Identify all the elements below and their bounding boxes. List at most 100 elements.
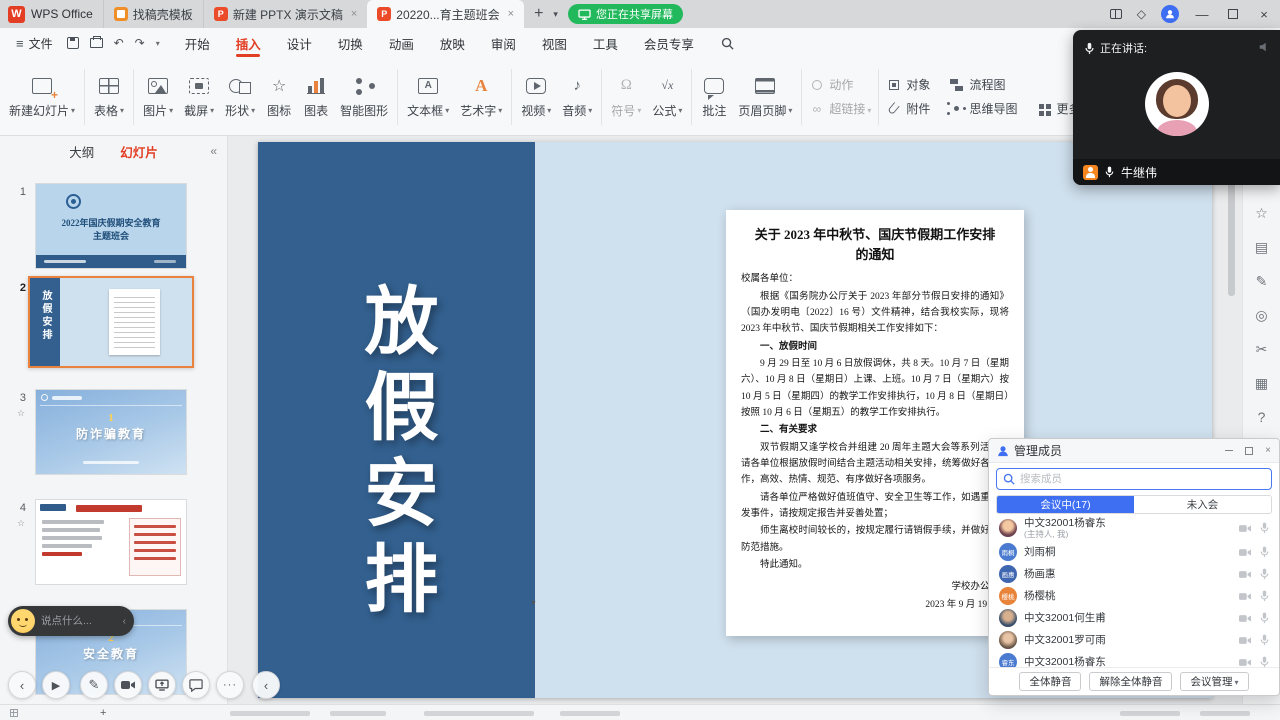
slide-thumbnail-3[interactable]: 1 防诈骗教育 bbox=[36, 390, 186, 474]
tab-animation[interactable]: 动画 bbox=[376, 28, 427, 58]
account-avatar[interactable] bbox=[1161, 5, 1179, 23]
mic-icon[interactable] bbox=[1260, 522, 1269, 534]
skin-icon[interactable]: ◇ bbox=[1137, 7, 1146, 21]
member-row[interactable]: 樱桃 杨樱桃 bbox=[989, 585, 1279, 607]
prev-slide-button[interactable]: ‹ bbox=[8, 671, 36, 699]
camera-icon[interactable] bbox=[1239, 636, 1251, 645]
members-list[interactable]: 中文32001杨睿东 (主持人, 我) 雨桐 刘雨桐 画惠 杨画惠 bbox=[989, 515, 1279, 667]
member-row[interactable]: 中文32001何生甫 bbox=[989, 607, 1279, 629]
share-screen-button[interactable] bbox=[148, 671, 176, 699]
screenshot-button[interactable]: 截屏 bbox=[179, 65, 219, 129]
collapse-panel-icon[interactable]: « bbox=[210, 144, 217, 158]
mic-icon[interactable] bbox=[1260, 568, 1269, 580]
view-grid-icon[interactable] bbox=[10, 709, 18, 717]
icon-library-button[interactable]: ☆ 图标 bbox=[261, 65, 297, 129]
video-button[interactable]: 视频 bbox=[516, 65, 556, 129]
tab-view[interactable]: 视图 bbox=[529, 28, 580, 58]
mic-icon[interactable] bbox=[1260, 546, 1269, 558]
favorites-icon[interactable]: ☆ bbox=[1255, 205, 1268, 222]
textbox-button[interactable]: 文本框 bbox=[402, 65, 454, 129]
collapse-toolbar-button[interactable]: ‹ bbox=[252, 671, 280, 699]
camera-icon[interactable] bbox=[1239, 524, 1251, 533]
camera-icon[interactable] bbox=[1239, 614, 1251, 623]
tab-current-doc[interactable]: P 20220...育主题班会 × bbox=[367, 0, 524, 28]
attachment-button[interactable]: 附件 bbox=[883, 100, 933, 117]
tab-template-store[interactable]: 找稿壳模板 bbox=[103, 0, 203, 28]
unmute-all-button[interactable]: 解除全体静音 bbox=[1089, 672, 1172, 691]
collapse-chat-icon[interactable]: ‹ bbox=[123, 616, 126, 627]
slide-thumbnail-2-selected[interactable]: 放假安排 bbox=[28, 276, 194, 368]
shape-button[interactable]: 形状 bbox=[220, 65, 260, 129]
maximize-button[interactable] bbox=[1225, 7, 1241, 22]
mic-icon[interactable] bbox=[1260, 590, 1269, 602]
meeting-manage-button[interactable]: 会议管理 bbox=[1180, 672, 1248, 691]
split-view-icon[interactable] bbox=[1110, 9, 1122, 19]
tab-review[interactable]: 审阅 bbox=[478, 28, 529, 58]
panel-minimize-icon[interactable] bbox=[1225, 450, 1233, 452]
member-row[interactable]: 中文32001罗可雨 bbox=[989, 629, 1279, 651]
header-footer-button[interactable]: 页眉页脚 bbox=[733, 65, 797, 129]
redo-icon[interactable]: ↷ bbox=[135, 36, 145, 50]
flowchart-button[interactable]: 流程图 bbox=[946, 76, 1008, 93]
zoom-control-skeleton[interactable] bbox=[1200, 711, 1250, 716]
file-menu[interactable]: ≡ 文件 bbox=[8, 35, 61, 52]
play-button[interactable]: ▶ bbox=[42, 671, 70, 699]
layout-icon[interactable]: ▤ bbox=[1255, 239, 1268, 256]
member-row[interactable]: 雨桐 刘雨桐 bbox=[989, 541, 1279, 563]
camera-icon[interactable] bbox=[1239, 658, 1251, 667]
mute-all-button[interactable]: 全体静音 bbox=[1019, 672, 1081, 691]
mic-icon[interactable] bbox=[1260, 612, 1269, 624]
tab-new-pptx[interactable]: P 新建 PPTX 演示文稿 × bbox=[203, 0, 367, 28]
slide-thumbnail-4[interactable] bbox=[36, 500, 186, 584]
panel-maximize-icon[interactable] bbox=[1245, 447, 1253, 455]
tab-slides[interactable]: 幻灯片 bbox=[120, 142, 158, 161]
print-icon[interactable] bbox=[90, 38, 103, 48]
tab-transition[interactable]: 切换 bbox=[325, 28, 376, 58]
comment-bubble-button[interactable] bbox=[182, 671, 210, 699]
tab-design[interactable]: 设计 bbox=[274, 28, 325, 58]
new-slide-quick-button[interactable]: + bbox=[100, 705, 106, 720]
tab-home[interactable]: 开始 bbox=[172, 28, 223, 58]
minimize-button[interactable]: — bbox=[1194, 7, 1210, 22]
camera-icon[interactable] bbox=[1239, 592, 1251, 601]
tab-member[interactable]: 会员专享 bbox=[631, 28, 707, 58]
slide-thumbnail-1[interactable]: 2022年国庆假期安全教育 主题班会 bbox=[36, 184, 186, 268]
close-button[interactable]: × bbox=[1256, 7, 1272, 22]
ribbon-search-icon[interactable] bbox=[721, 37, 734, 50]
video-call-panel[interactable]: 正在讲话: 牛继伟 bbox=[1073, 30, 1280, 185]
volume-icon[interactable] bbox=[1258, 40, 1270, 58]
grid-icon[interactable]: ▦ bbox=[1255, 375, 1268, 392]
new-tab-button[interactable]: + bbox=[534, 5, 543, 23]
object-button[interactable]: 对象 bbox=[883, 76, 933, 93]
member-row[interactable]: 睿东 中文32001杨睿东 bbox=[989, 651, 1279, 667]
pen-tool-button[interactable]: ✎ bbox=[80, 671, 108, 699]
quickbar-dropdown-icon[interactable]: ▾ bbox=[156, 39, 160, 48]
edit-pen-icon[interactable]: ✎ bbox=[1256, 273, 1268, 290]
tab-slideshow[interactable]: 放映 bbox=[427, 28, 478, 58]
tab-insert[interactable]: 插入 bbox=[223, 28, 274, 58]
mindmap-button[interactable]: 思维导图 bbox=[946, 100, 1020, 117]
formula-button[interactable]: √x 公式 bbox=[647, 65, 687, 129]
close-tab-icon[interactable]: × bbox=[508, 8, 514, 20]
mic-icon[interactable] bbox=[1260, 656, 1269, 667]
table-button[interactable]: 表格 bbox=[89, 65, 129, 129]
member-row[interactable]: 中文32001杨睿东 (主持人, 我) bbox=[989, 515, 1279, 541]
member-row[interactable]: 画惠 杨画惠 bbox=[989, 563, 1279, 585]
tab-list-dropdown-icon[interactable]: ▾ bbox=[553, 9, 558, 20]
wps-home-button[interactable]: W WPS Office bbox=[8, 6, 103, 23]
tab-outline[interactable]: 大纲 bbox=[69, 142, 94, 161]
chat-input[interactable] bbox=[41, 615, 117, 627]
comment-button[interactable]: 批注 bbox=[696, 65, 732, 129]
crop-icon[interactable]: ✂ bbox=[1256, 341, 1268, 358]
audio-button[interactable]: ♪ 音频 bbox=[557, 65, 597, 129]
picture-button[interactable]: 图片 bbox=[138, 65, 178, 129]
wordart-button[interactable]: A 艺术字 bbox=[455, 65, 507, 129]
member-search-box[interactable] bbox=[996, 468, 1272, 490]
screen-share-badge[interactable]: 您正在共享屏幕 bbox=[568, 4, 683, 24]
smartart-button[interactable]: 智能图形 bbox=[335, 65, 393, 129]
member-search-input[interactable] bbox=[1020, 473, 1265, 485]
more-options-button[interactable]: ··· bbox=[216, 671, 244, 699]
collapse-marker-icon[interactable]: ▼ bbox=[530, 600, 537, 607]
tab-tools[interactable]: 工具 bbox=[580, 28, 631, 58]
slide-vertical-title[interactable]: 放假安排 bbox=[358, 282, 432, 626]
